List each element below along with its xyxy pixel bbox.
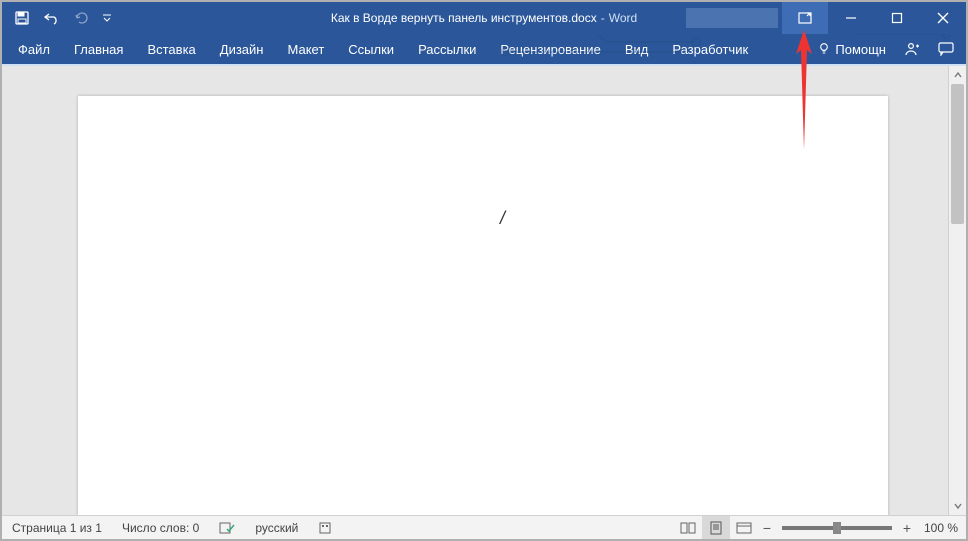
tab-label: Макет — [287, 42, 324, 57]
tab-file[interactable]: Файл — [6, 34, 62, 64]
scroll-thumb[interactable] — [951, 84, 964, 224]
title-bar: Как в Ворде вернуть панель инструментов.… — [2, 2, 966, 34]
window-title: Как в Ворде вернуть панель инструментов.… — [331, 11, 637, 25]
tab-label: Дизайн — [220, 42, 264, 57]
maximize-button[interactable] — [874, 2, 920, 34]
macro-icon — [318, 521, 332, 535]
tab-label: Ссылки — [348, 42, 394, 57]
window-controls — [686, 2, 966, 34]
scroll-down-button[interactable] — [949, 497, 966, 515]
tab-home[interactable]: Главная — [62, 34, 135, 64]
save-button[interactable] — [8, 4, 36, 32]
word-count-label: Число слов: 0 — [122, 521, 199, 535]
tell-me-label: Помощн — [835, 42, 886, 57]
document-viewport[interactable]: / — [2, 66, 948, 515]
read-mode-button[interactable] — [674, 516, 702, 539]
zoom-in-button[interactable]: + — [898, 520, 916, 536]
close-button[interactable] — [920, 2, 966, 34]
zoom-slider[interactable] — [782, 526, 892, 530]
scroll-track[interactable] — [949, 84, 966, 497]
text-cursor: / — [500, 208, 505, 229]
tab-label: Рецензирование — [500, 42, 600, 57]
vertical-scrollbar — [948, 66, 966, 515]
macro-button[interactable] — [308, 516, 342, 539]
print-layout-button[interactable] — [702, 516, 730, 539]
status-right: − + 100 % — [674, 516, 966, 539]
status-bar: Страница 1 из 1 Число слов: 0 русский − … — [2, 515, 966, 539]
proofing-icon — [219, 521, 235, 535]
share-button[interactable] — [896, 35, 928, 63]
undo-button[interactable] — [38, 4, 66, 32]
lightbulb-icon — [817, 42, 831, 56]
title-separator: - — [601, 11, 605, 25]
document-name: Как в Ворде вернуть панель инструментов.… — [331, 11, 597, 25]
minimize-button[interactable] — [828, 2, 874, 34]
account-placeholder[interactable] — [686, 8, 778, 28]
quick-access-toolbar — [2, 4, 116, 32]
proofing-button[interactable] — [209, 516, 245, 539]
scroll-up-button[interactable] — [949, 66, 966, 84]
tab-review[interactable]: Рецензирование — [488, 34, 612, 64]
language-indicator[interactable]: русский — [245, 516, 308, 539]
page-indicator-label: Страница 1 из 1 — [12, 521, 102, 535]
tab-label: Разработчик — [672, 42, 748, 57]
language-label: русский — [255, 521, 298, 535]
zoom-out-button[interactable]: − — [758, 520, 776, 536]
tab-label: Рассылки — [418, 42, 476, 57]
redo-button[interactable] — [68, 4, 96, 32]
tab-label: Файл — [18, 42, 50, 57]
tab-label: Вид — [625, 42, 649, 57]
tab-references[interactable]: Ссылки — [336, 34, 406, 64]
tab-mailings[interactable]: Рассылки — [406, 34, 488, 64]
page-icon — [709, 521, 723, 535]
tab-design[interactable]: Дизайн — [208, 34, 276, 64]
tell-me-search[interactable]: Помощн — [809, 42, 894, 57]
tab-developer[interactable]: Разработчик — [660, 34, 760, 64]
tab-view[interactable]: Вид — [613, 34, 661, 64]
zoom-slider-thumb[interactable] — [833, 522, 841, 534]
app-name: Word — [609, 11, 637, 25]
ribbon-display-options-button[interactable] — [782, 2, 828, 34]
ribbon-tabs: Файл Главная Вставка Дизайн Макет Ссылки… — [2, 34, 966, 64]
comments-button[interactable] — [930, 35, 962, 63]
qat-customize-button[interactable] — [98, 4, 116, 32]
tab-insert[interactable]: Вставка — [135, 34, 207, 64]
tab-label: Вставка — [147, 42, 195, 57]
page-indicator[interactable]: Страница 1 из 1 — [2, 516, 112, 539]
zoom-percent[interactable]: 100 % — [916, 521, 966, 535]
tab-layout[interactable]: Макет — [275, 34, 336, 64]
tab-label: Главная — [74, 42, 123, 57]
workspace: / — [2, 66, 966, 515]
web-icon — [736, 522, 752, 534]
book-icon — [680, 522, 696, 534]
zoom-percent-label: 100 % — [924, 521, 958, 535]
web-layout-button[interactable] — [730, 516, 758, 539]
document-page[interactable]: / — [78, 96, 888, 515]
word-count[interactable]: Число слов: 0 — [112, 516, 209, 539]
